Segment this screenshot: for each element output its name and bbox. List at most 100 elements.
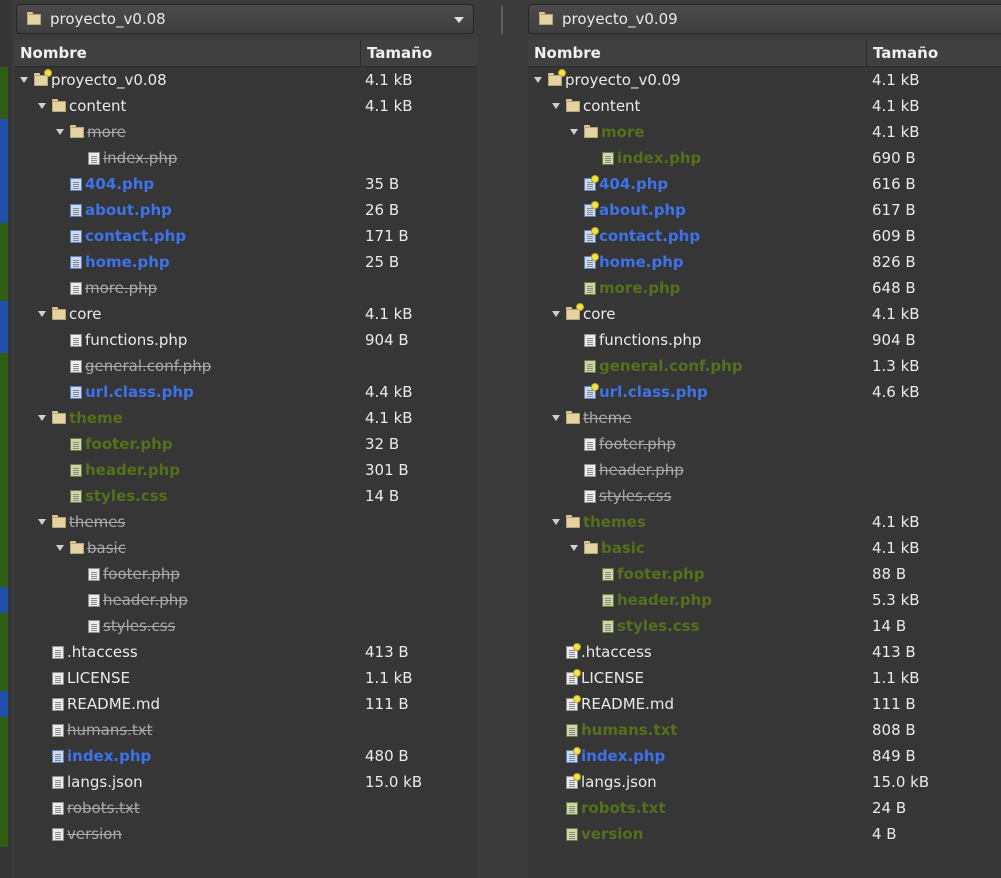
column-size-header[interactable]: Tamaño (360, 40, 477, 67)
diff-marker (0, 301, 8, 327)
tree-row-name-cell: header.php (74, 587, 188, 613)
tree-row[interactable]: basic (14, 535, 477, 561)
tree-row[interactable]: theme (528, 405, 1001, 431)
tree-row[interactable]: robots.txt 24 B (528, 795, 1001, 821)
expander-arrow-icon[interactable] (56, 545, 64, 551)
tree-row[interactable]: version (14, 821, 477, 847)
tree-row[interactable]: footer.php 32 B (14, 431, 477, 457)
expander-arrow-icon[interactable] (570, 545, 578, 551)
tree-row[interactable]: styles.css 14 B (14, 483, 477, 509)
tree-row[interactable]: general.conf.php (14, 353, 477, 379)
file-icon (566, 723, 578, 737)
expander-arrow-icon[interactable] (38, 103, 46, 109)
tree-row[interactable]: general.conf.php 1.3 kB (528, 353, 1001, 379)
expander-arrow-icon[interactable] (38, 311, 46, 317)
tree-row[interactable]: header.php (14, 587, 477, 613)
expander-arrow-icon[interactable] (570, 129, 578, 135)
expander-arrow-icon[interactable] (534, 77, 542, 83)
tree-row[interactable]: more (14, 119, 477, 145)
tree-row-size: 1.1 kB (365, 669, 413, 687)
tree-row-label: index.php (67, 747, 152, 765)
tree-row[interactable]: README.md 111 B (528, 691, 1001, 717)
right-path-button[interactable]: proyecto_v0.09 (528, 4, 1001, 34)
tree-row[interactable]: footer.php 88 B (528, 561, 1001, 587)
expander-arrow-icon[interactable] (38, 415, 46, 421)
tree-row[interactable]: more 4.1 kB (528, 119, 1001, 145)
tree-row[interactable]: core 4.1 kB (14, 301, 477, 327)
tree-row[interactable]: LICENSE 1.1 kB (528, 665, 1001, 691)
tree-row[interactable]: 404.php 616 B (528, 171, 1001, 197)
tree-row[interactable]: home.php 25 B (14, 249, 477, 275)
tree-row[interactable]: humans.txt (14, 717, 477, 743)
tree-row[interactable]: about.php 26 B (14, 197, 477, 223)
tree-row[interactable]: footer.php (528, 431, 1001, 457)
tree-row-label: themes (69, 513, 126, 531)
tree-row[interactable]: styles.css (14, 613, 477, 639)
column-name-header[interactable]: Nombre (14, 40, 360, 67)
file-icon (566, 669, 580, 685)
expander-arrow-icon[interactable] (552, 415, 560, 421)
tree-row-label: basic (601, 539, 645, 557)
right-tree-pane[interactable]: Nombre Tamaño proyecto_v0.09 4.1 kB conten… (528, 40, 1001, 878)
tree-row[interactable]: version 4 B (528, 821, 1001, 847)
tree-row[interactable]: header.php (528, 457, 1001, 483)
tree-row-label: styles.css (85, 487, 168, 505)
tree-row[interactable]: proyecto_v0.08 4.1 kB (14, 67, 477, 93)
expander-arrow-icon[interactable] (552, 311, 560, 317)
tree-row[interactable]: footer.php (14, 561, 477, 587)
tree-row[interactable]: more.php (14, 275, 477, 301)
tree-row[interactable]: langs.json 15.0 kB (528, 769, 1001, 795)
tree-row[interactable]: contact.php 609 B (528, 223, 1001, 249)
tree-row[interactable]: index.php (14, 145, 477, 171)
expander-arrow-icon[interactable] (20, 77, 28, 83)
expander-arrow-icon[interactable] (552, 103, 560, 109)
tree-row[interactable]: styles.css 14 B (528, 613, 1001, 639)
tree-row[interactable]: index.php 690 B (528, 145, 1001, 171)
chevron-down-icon[interactable] (454, 17, 464, 23)
tree-row-name-cell: styles.css (570, 483, 671, 509)
tree-row[interactable]: functions.php 904 B (528, 327, 1001, 353)
file-icon (70, 255, 82, 269)
tree-row[interactable]: styles.css (528, 483, 1001, 509)
tree-row[interactable]: content 4.1 kB (14, 93, 477, 119)
tree-row[interactable]: .htaccess 413 B (14, 639, 477, 665)
column-size-header[interactable]: Tamaño (866, 40, 1001, 67)
tree-row-size: 14 B (872, 617, 907, 635)
tree-row-size: 4 B (872, 825, 897, 843)
folder-icon (70, 125, 84, 139)
tree-row[interactable]: content 4.1 kB (528, 93, 1001, 119)
tree-row[interactable]: .htaccess 413 B (528, 639, 1001, 665)
tree-row[interactable]: README.md 111 B (14, 691, 477, 717)
column-name-header[interactable]: Nombre (528, 40, 866, 67)
expander-arrow-icon[interactable] (552, 519, 560, 525)
tree-row[interactable]: themes 4.1 kB (528, 509, 1001, 535)
tree-row[interactable]: more.php 648 B (528, 275, 1001, 301)
tree-row[interactable]: theme 4.1 kB (14, 405, 477, 431)
tree-row[interactable]: robots.txt (14, 795, 477, 821)
left-tree-pane[interactable]: Nombre Tamaño proyecto_v0.08 4.1 kB conten… (14, 40, 477, 878)
tree-row-label: general.conf.php (599, 357, 743, 375)
tree-row[interactable]: home.php 826 B (528, 249, 1001, 275)
tree-row[interactable]: url.class.php 4.4 kB (14, 379, 477, 405)
tree-row[interactable]: LICENSE 1.1 kB (14, 665, 477, 691)
tree-row[interactable]: core 4.1 kB (528, 301, 1001, 327)
tree-row[interactable]: langs.json 15.0 kB (14, 769, 477, 795)
tree-row[interactable]: index.php 480 B (14, 743, 477, 769)
tree-row[interactable]: 404.php 35 B (14, 171, 477, 197)
tree-row[interactable]: themes (14, 509, 477, 535)
tree-row[interactable]: humans.txt 808 B (528, 717, 1001, 743)
tree-row[interactable]: index.php 849 B (528, 743, 1001, 769)
folder-icon (548, 70, 565, 87)
tree-row[interactable]: header.php 5.3 kB (528, 587, 1001, 613)
left-path-button[interactable]: proyecto_v0.08 (16, 4, 474, 34)
expander-arrow-icon[interactable] (38, 519, 46, 525)
tree-row[interactable]: about.php 617 B (528, 197, 1001, 223)
file-icon (584, 383, 598, 399)
expander-arrow-icon[interactable] (56, 129, 64, 135)
tree-row[interactable]: header.php 301 B (14, 457, 477, 483)
tree-row[interactable]: contact.php 171 B (14, 223, 477, 249)
tree-row[interactable]: proyecto_v0.09 4.1 kB (528, 67, 1001, 93)
tree-row[interactable]: functions.php 904 B (14, 327, 477, 353)
tree-row[interactable]: basic 4.1 kB (528, 535, 1001, 561)
tree-row[interactable]: url.class.php 4.6 kB (528, 379, 1001, 405)
